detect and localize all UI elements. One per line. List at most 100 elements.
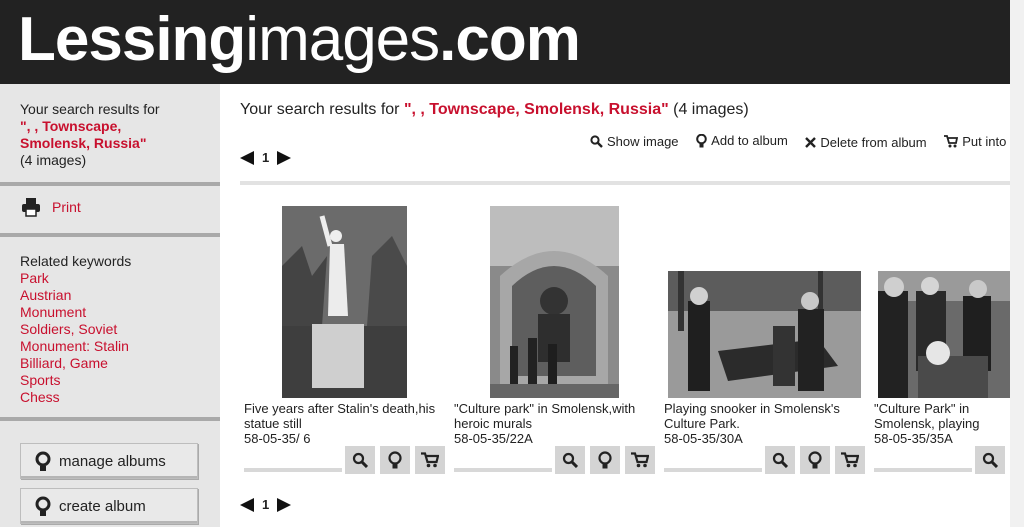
lightbulb-icon	[598, 451, 612, 469]
prev-page-icon[interactable]	[240, 150, 254, 165]
delete-from-album-button[interactable]: Delete from album	[805, 134, 927, 150]
photo-snooker	[668, 271, 861, 398]
add-to-album-button[interactable]: Add to album	[696, 133, 788, 148]
result-caption: Playing snooker in Smolensk's Culture Pa…	[664, 401, 840, 431]
keyword-link[interactable]: Sports	[20, 372, 220, 389]
create-album-label: create album	[59, 497, 146, 515]
lightbulb-icon	[808, 451, 822, 469]
show-image-button[interactable]: Show image	[590, 134, 679, 149]
result-code: 58-05-35/ 6	[244, 431, 311, 446]
pagination-top: 1	[240, 150, 292, 165]
search-query: ", , Townscape, Smolensk, Russia"	[20, 118, 147, 151]
page-scrollbar[interactable]	[1010, 0, 1024, 527]
magnifier-icon	[982, 452, 998, 468]
site-header: Lessingimages.com	[0, 0, 1010, 84]
print-link[interactable]: Print	[0, 197, 220, 217]
add-to-album-button[interactable]	[380, 446, 410, 474]
result-code: 58-05-35/35A	[874, 431, 953, 446]
title-intro: Your search results for	[240, 101, 404, 118]
result-thumbnail[interactable]	[668, 271, 861, 398]
show-image-button[interactable]	[555, 446, 585, 474]
magnifier-icon	[590, 134, 603, 148]
delete-from-album-label: Delete from album	[820, 134, 927, 150]
keyword-link[interactable]: Park	[20, 270, 220, 287]
title-count: (4 images)	[668, 101, 749, 118]
keyword-link[interactable]: Billiard, Game	[20, 355, 220, 372]
add-to-album-label: Add to album	[711, 133, 788, 148]
magnifier-icon	[352, 452, 368, 468]
result-thumbnail[interactable]	[878, 271, 1010, 398]
put-into-shop-button[interactable]	[835, 446, 865, 474]
cart-icon	[841, 452, 859, 468]
result-caption: Five years after Stalin's death,his stat…	[244, 401, 436, 431]
lightbulb-icon	[388, 451, 402, 469]
next-page-icon[interactable]	[277, 497, 292, 512]
related-heading: Related keywords	[20, 253, 132, 269]
search-summary: Your search results for ", , Townscape, …	[0, 101, 220, 169]
add-to-album-button[interactable]	[590, 446, 620, 474]
sidebar: Your search results for ", , Townscape, …	[0, 84, 220, 527]
keyword-link[interactable]: Monument	[20, 304, 220, 321]
lightbulb-icon	[35, 496, 51, 516]
manage-albums-label: manage albums	[59, 452, 166, 470]
sidebar-divider	[0, 417, 220, 421]
card-divider	[454, 468, 552, 472]
card-divider	[664, 468, 762, 472]
result-thumbnail[interactable]	[490, 206, 619, 398]
keyword-link[interactable]: Monument: Stalin	[20, 338, 220, 355]
put-into-shop-label: Put into shop	[962, 133, 1010, 149]
print-label: Print	[52, 199, 81, 215]
magnifier-icon	[772, 452, 788, 468]
page-number[interactable]: 1	[262, 497, 269, 512]
result-caption: "Culture park" in Smolensk,with heroic m…	[454, 401, 636, 431]
card-divider	[244, 468, 342, 472]
cart-icon	[421, 452, 439, 468]
sidebar-divider	[0, 182, 220, 186]
pagination-bottom: 1	[240, 497, 292, 512]
title-query: ", , Townscape, Smolensk, Russia"	[403, 101, 669, 118]
keyword-link[interactable]: Soldiers, Soviet	[20, 321, 220, 338]
put-into-shop-button[interactable]: Put into shop	[944, 134, 1010, 149]
result-caption: "Culture Park" in Smolensk, playing ches…	[874, 401, 980, 431]
page-title: Your search results for ", , Townscape, …	[240, 101, 749, 119]
search-count: (4 images)	[20, 152, 87, 168]
prev-page-icon[interactable]	[240, 497, 254, 512]
keyword-link[interactable]: Chess	[20, 389, 220, 406]
put-into-shop-button[interactable]	[625, 446, 655, 474]
next-page-icon[interactable]	[277, 150, 292, 165]
photo-culture-park	[490, 206, 619, 398]
cart-icon	[944, 134, 959, 147]
show-image-button[interactable]	[765, 446, 795, 474]
show-image-label: Show image	[607, 133, 679, 149]
result-thumbnail[interactable]	[282, 206, 407, 398]
printer-icon	[22, 198, 40, 217]
logo-suffix: .com	[439, 5, 581, 74]
cart-icon	[631, 452, 649, 468]
sidebar-divider	[0, 233, 220, 237]
page-number[interactable]: 1	[262, 150, 269, 165]
card-divider	[874, 468, 972, 472]
create-album-button[interactable]: create album	[20, 488, 198, 524]
keyword-link[interactable]: Austrian	[20, 287, 220, 304]
image-toolbar: Show image Add to album Delete from albu…	[590, 133, 1010, 151]
add-to-album-button[interactable]	[800, 446, 830, 474]
show-image-button[interactable]	[975, 446, 1005, 474]
lightbulb-icon	[696, 133, 707, 147]
lightbulb-icon	[35, 451, 51, 471]
photo-stalin-statue	[282, 206, 407, 398]
result-code: 58-05-35/22A	[454, 431, 533, 446]
result-code: 58-05-35/30A	[664, 431, 743, 446]
show-image-button[interactable]	[345, 446, 375, 474]
magnifier-icon	[562, 452, 578, 468]
logo-light: images	[245, 5, 440, 74]
logo-bold: Lessing	[18, 5, 246, 74]
site-logo[interactable]: Lessingimages.com	[18, 4, 581, 76]
related-keywords: Related keywords Park Austrian Monument …	[0, 253, 220, 406]
main-content: Your search results for ", , Townscape, …	[240, 84, 1010, 527]
results-divider	[240, 181, 1010, 185]
close-icon	[805, 136, 817, 148]
put-into-shop-button[interactable]	[415, 446, 445, 474]
photo-chess	[878, 271, 1010, 398]
search-intro: Your search results for	[20, 101, 160, 117]
manage-albums-button[interactable]: manage albums	[20, 443, 198, 479]
